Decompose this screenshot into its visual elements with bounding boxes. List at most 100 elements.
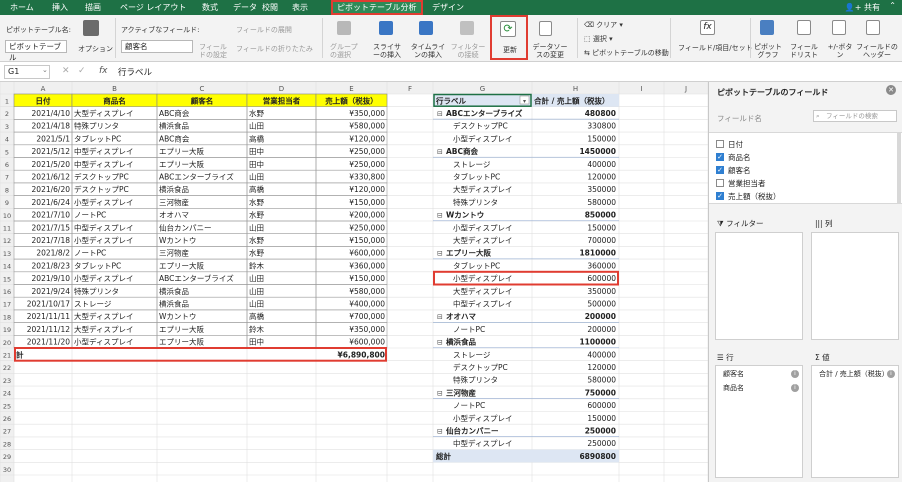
column-header[interactable]: I: [640, 85, 642, 93]
collapse-icon[interactable]: ⊟: [437, 339, 443, 347]
field-item[interactable]: 日付: [709, 138, 895, 150]
column-header[interactable]: A: [41, 85, 46, 93]
options-button[interactable]: オプション: [78, 44, 113, 54]
row-header[interactable]: 23: [3, 377, 11, 385]
active-field-input[interactable]: 顧客名: [121, 40, 193, 53]
row-header[interactable]: 30: [3, 466, 11, 474]
values-drop-area[interactable]: [811, 365, 899, 478]
row-header[interactable]: 1: [5, 98, 9, 106]
column-header[interactable]: D: [279, 85, 284, 93]
select-button[interactable]: ⬚ 選択 ▾: [584, 34, 613, 44]
field-checkbox[interactable]: ✓: [716, 192, 724, 200]
row-header[interactable]: 29: [3, 453, 11, 461]
tab-design[interactable]: デザイン: [432, 2, 464, 14]
collapse-icon[interactable]: ⊟: [437, 110, 443, 118]
pivot-name-field[interactable]: ピボットテーブル: [5, 40, 67, 62]
move-pivot-button[interactable]: ⇆ ピボットテーブルの移動: [584, 48, 669, 58]
rows-item[interactable]: 顧客名 i: [717, 368, 801, 380]
tab-pivot-analyze[interactable]: ピボットテーブル分析: [331, 0, 423, 15]
row-header[interactable]: 6: [5, 161, 9, 169]
field-checkbox[interactable]: [716, 140, 724, 148]
collapse-field-button[interactable]: フィールドの折りたたみ: [236, 44, 313, 54]
clear-button[interactable]: ⌫ クリア ▾: [584, 20, 623, 30]
formula-content[interactable]: 行ラベル: [118, 66, 152, 78]
collapse-icon[interactable]: ⊟: [437, 313, 443, 321]
rows-item[interactable]: 商品名 i: [717, 382, 801, 394]
row-header[interactable]: 4: [5, 136, 9, 144]
column-header[interactable]: E: [349, 85, 353, 93]
column-header[interactable]: H: [573, 85, 578, 93]
pivot-chart-button[interactable]: ピボットグラフ: [754, 43, 782, 59]
collapse-ribbon-icon[interactable]: ⌃: [889, 1, 896, 10]
field-item[interactable]: ✓ 商品名: [709, 151, 895, 163]
row-header[interactable]: 11: [3, 225, 11, 233]
row-header[interactable]: 17: [3, 301, 11, 309]
collapse-icon[interactable]: ⊟: [437, 250, 443, 258]
row-header[interactable]: 5: [5, 148, 9, 156]
field-list-button[interactable]: フィールドリスト: [790, 43, 818, 59]
timeline-button[interactable]: タイムラインの挿入: [410, 43, 446, 59]
row-header[interactable]: 19: [3, 326, 11, 334]
field-item[interactable]: ✓ 売上額（税抜）: [709, 190, 895, 202]
filter-connect-button[interactable]: フィルターの接続: [450, 43, 486, 59]
name-box-dropdown-icon[interactable]: ⌄: [42, 66, 48, 74]
row-header[interactable]: 2: [5, 110, 9, 118]
row-header[interactable]: 20: [3, 339, 11, 347]
field-list-scrollbar[interactable]: [897, 132, 901, 204]
group-button[interactable]: グループの選択: [330, 43, 360, 59]
field-checkbox[interactable]: ✓: [716, 166, 724, 174]
row-header[interactable]: 15: [3, 275, 11, 283]
worksheet-grid[interactable]: A B C D E F G H I J123456789101112131415161718192…: [0, 82, 708, 482]
tab-formulas[interactable]: 数式: [202, 2, 218, 14]
row-header[interactable]: 28: [3, 440, 11, 448]
fields-items-button[interactable]: フィールド/項目/セット: [678, 43, 753, 53]
row-header[interactable]: 9: [5, 199, 9, 207]
field-settings-button[interactable]: フィールドの設定: [199, 43, 229, 59]
tab-draw[interactable]: 描画: [85, 2, 101, 14]
close-pane-icon[interactable]: ✕: [886, 85, 896, 95]
field-item[interactable]: ✓ 顧客名: [709, 164, 895, 176]
info-icon[interactable]: i: [791, 370, 799, 378]
share-button[interactable]: 👤+ 共有: [845, 2, 880, 13]
row-header[interactable]: 21: [3, 352, 11, 360]
column-header[interactable]: B: [112, 85, 117, 93]
field-item[interactable]: 営業担当者: [709, 177, 895, 189]
check-icon[interactable]: ✓: [78, 66, 86, 76]
row-header[interactable]: 13: [3, 250, 11, 258]
column-header[interactable]: C: [200, 85, 205, 93]
tab-insert[interactable]: 挿入: [52, 2, 68, 14]
row-header[interactable]: 26: [3, 415, 11, 423]
plusminus-button[interactable]: +/-ボタン: [826, 43, 854, 59]
filter-drop-area[interactable]: [715, 232, 803, 340]
column-header[interactable]: F: [408, 85, 412, 93]
fx-icon[interactable]: fx: [99, 66, 108, 76]
slicer-button[interactable]: スライサーの挿入: [370, 43, 404, 59]
tab-view[interactable]: 表示: [292, 2, 308, 14]
row-header[interactable]: 18: [3, 313, 11, 321]
field-checkbox[interactable]: [716, 179, 724, 187]
collapse-icon[interactable]: ⊟: [437, 148, 443, 156]
row-header[interactable]: 12: [3, 237, 11, 245]
field-checkbox[interactable]: ✓: [716, 153, 724, 161]
row-header[interactable]: 24: [3, 390, 11, 398]
values-item[interactable]: 合計 / 売上額（税抜） i: [813, 368, 897, 380]
tab-data[interactable]: データ: [233, 2, 257, 14]
expand-field-button[interactable]: フィールドの展開: [236, 25, 292, 35]
collapse-icon[interactable]: ⊟: [437, 428, 443, 436]
columns-drop-area[interactable]: [811, 232, 899, 340]
collapse-icon[interactable]: ⊟: [437, 212, 443, 220]
collapse-icon[interactable]: ⊟: [437, 389, 443, 397]
row-header[interactable]: 27: [3, 428, 11, 436]
tab-page-layout[interactable]: ページ レイアウト: [120, 2, 186, 14]
info-icon[interactable]: i: [791, 384, 799, 392]
tab-home[interactable]: ホーム: [10, 2, 34, 14]
row-header[interactable]: 8: [5, 186, 9, 194]
column-header[interactable]: G: [480, 85, 485, 93]
row-header[interactable]: 3: [5, 123, 9, 131]
row-header[interactable]: 7: [5, 174, 9, 182]
row-header[interactable]: 25: [3, 402, 11, 410]
row-header[interactable]: 14: [3, 263, 11, 271]
data-source-button[interactable]: データソースの変更: [530, 43, 570, 59]
tab-review[interactable]: 校閲: [262, 2, 278, 14]
column-header[interactable]: J: [684, 85, 687, 93]
